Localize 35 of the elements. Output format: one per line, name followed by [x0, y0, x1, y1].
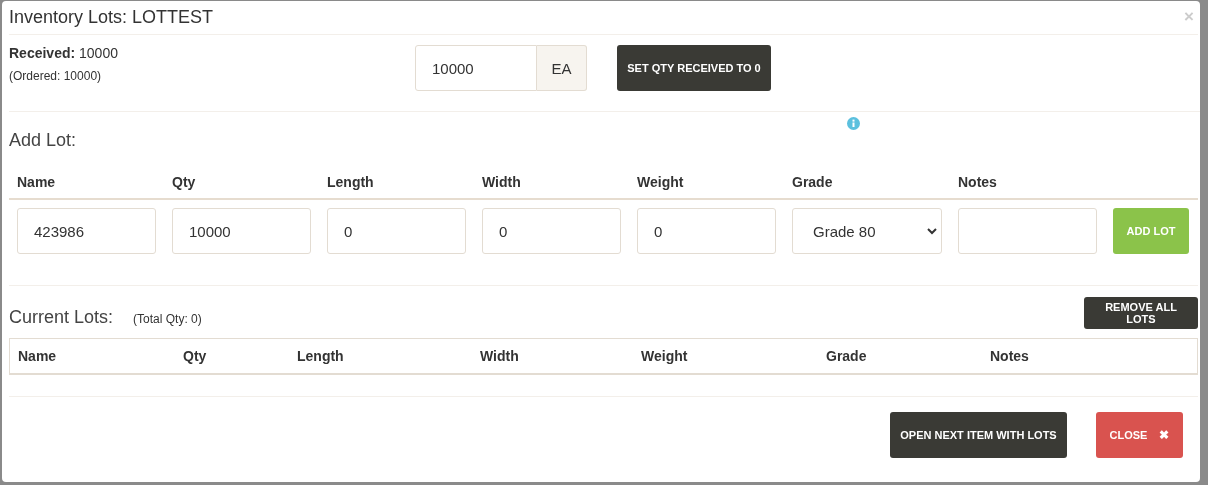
total-qty-text: (Total Qty: 0): [133, 312, 202, 326]
input-field[interactable]: 0: [637, 208, 776, 254]
section-heading: Current Lots:: [9, 307, 114, 328]
close-button[interactable]: CLOSE ✖: [1096, 412, 1183, 458]
input-field[interactable]: [958, 208, 1097, 254]
set-qty-button[interactable]: SET QTY RECEIVED TO 0: [617, 45, 771, 91]
column-header: Width: [480, 348, 520, 364]
info-icon: [847, 117, 860, 130]
received-text: Received: 10000: [9, 45, 119, 61]
ordered-text: (Ordered: 10000): [9, 69, 103, 83]
input-field[interactable]: 423986: [17, 208, 156, 254]
column-header: Notes: [990, 348, 1030, 364]
modal-title: Inventory Lots: LOTTEST: [9, 7, 214, 28]
column-header: Grade: [792, 173, 834, 190]
column-header: Width: [482, 173, 522, 190]
remove-all-lots-button[interactable]: REMOVE ALL LOTS: [1084, 297, 1198, 329]
chevron-icon: [927, 227, 937, 235]
grade-dropdown[interactable]: Grade 80: [792, 208, 942, 254]
next-item-button[interactable]: OPEN NEXT ITEM WITH LOTS: [890, 412, 1067, 458]
column-header: Weight: [641, 348, 689, 364]
input-field[interactable]: 0: [482, 208, 621, 254]
input-field[interactable]: 0: [327, 208, 466, 254]
column-header: Grade: [826, 348, 868, 364]
unit-addon: EA: [537, 45, 587, 91]
column-header: Notes: [958, 173, 998, 190]
quantity-field[interactable]: 10000: [415, 45, 537, 91]
input-field[interactable]: 10000: [172, 208, 311, 254]
column-header: Name: [17, 173, 57, 190]
column-header: Qty: [172, 173, 197, 190]
column-header: Length: [327, 173, 375, 190]
section-heading: Add Lot:: [9, 130, 77, 151]
column-header: Length: [297, 348, 345, 364]
column-header: Weight: [637, 173, 685, 190]
column-header: Name: [18, 348, 58, 364]
column-header: Qty: [183, 348, 208, 364]
